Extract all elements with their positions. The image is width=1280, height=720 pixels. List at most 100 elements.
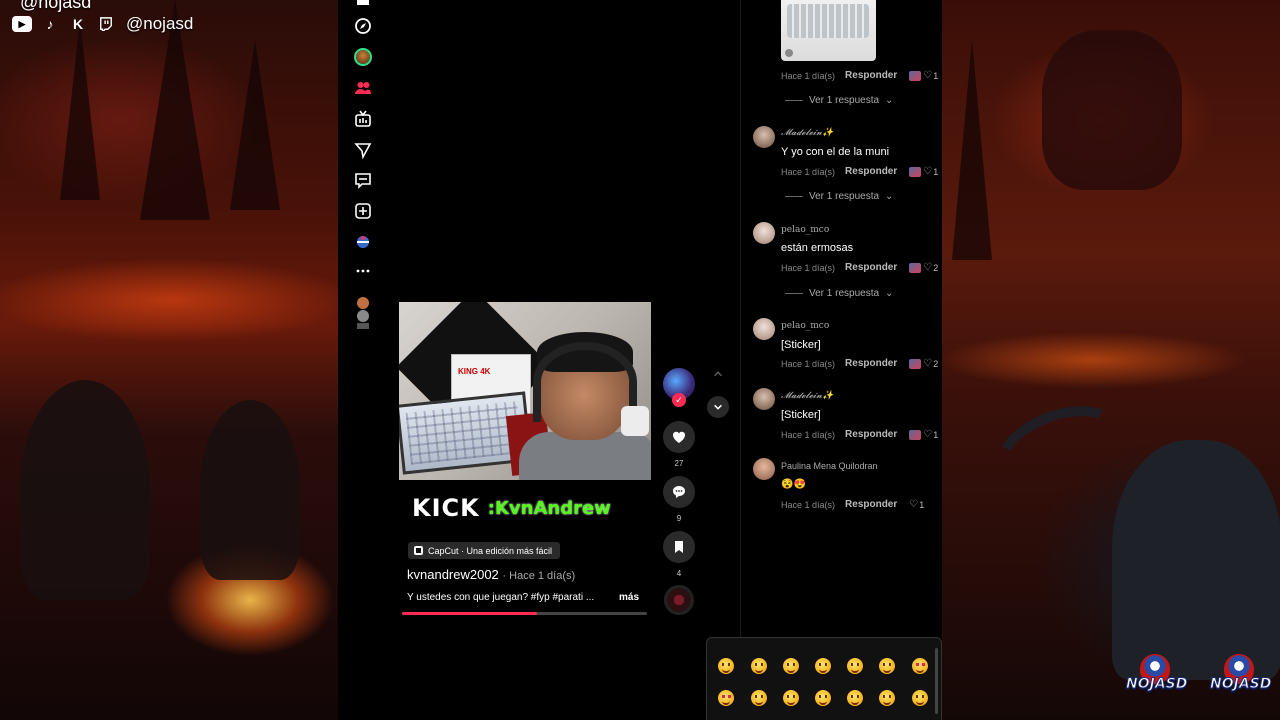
nav-rail (338, 0, 388, 720)
kick-logo: KICK (412, 494, 480, 522)
capcut-icon (414, 546, 423, 555)
divider (785, 196, 803, 197)
comment-like-count: 1 (933, 70, 939, 81)
friend-avatar (357, 323, 369, 329)
more-icon[interactable] (353, 261, 373, 281)
inbox-icon[interactable] (353, 170, 373, 190)
capcut-tag[interactable]: CapCut · Una edición más fácil (408, 542, 561, 559)
next-video-button[interactable] (707, 396, 729, 418)
comment-username[interactable]: 𝓜𝓪𝓭𝓮𝓵𝓮𝓲𝓷✨ (781, 391, 833, 401)
video-player[interactable]: KING 4K (399, 302, 651, 480)
comment-count: 9 (676, 514, 682, 523)
effects-icon[interactable] (353, 231, 373, 251)
social-handle-text: @nojasd (126, 14, 194, 33)
divider (785, 293, 803, 294)
emoji-kiss-closed[interactable] (783, 690, 799, 706)
kick-icon: K (72, 16, 84, 32)
like-comment-icon[interactable]: ♡ (923, 358, 932, 369)
messages-send-icon[interactable] (353, 140, 373, 160)
like-comment-icon[interactable]: ♡ (923, 262, 932, 273)
comment-username[interactable]: pelao_mco (781, 225, 829, 235)
following-icon[interactable] (353, 78, 373, 98)
comment-button[interactable] (663, 476, 695, 508)
comment-time: Hace 1 día(s) (781, 262, 836, 273)
save-button[interactable] (663, 531, 695, 563)
chevron-down-icon: ⌄ (885, 95, 894, 106)
product-box-label: KING 4K (458, 367, 491, 376)
emoji-scrollbar[interactable] (935, 648, 938, 714)
gif-icon (785, 49, 793, 57)
demon-silhouette (20, 380, 150, 600)
reply-button[interactable]: Responder (845, 358, 897, 369)
view-replies-button[interactable]: Ver 1 respuesta ⌄ (785, 288, 893, 299)
view-replies-button[interactable]: Ver 1 respuesta ⌄ (785, 95, 893, 106)
comment-gif-thumbnail[interactable] (781, 0, 876, 61)
comment-time: Hace 1 día(s) (781, 499, 836, 510)
emoji-heart-eyes[interactable] (912, 658, 928, 674)
chevron-up-icon (714, 371, 722, 377)
view-replies-button[interactable]: Ver 1 respuesta ⌄ (785, 191, 893, 202)
reply-button[interactable]: Responder (845, 499, 897, 510)
reply-button[interactable]: Responder (845, 262, 897, 273)
more-link[interactable]: más (619, 592, 639, 603)
chevron-down-icon: ⌄ (885, 191, 894, 202)
emoji-halo[interactable] (879, 658, 895, 674)
demon-silhouette (200, 400, 300, 580)
like-comment-icon[interactable]: ♡ (923, 166, 932, 177)
emoji-wink-tongue[interactable] (912, 690, 928, 706)
demon-silhouette (1042, 30, 1182, 190)
friends-avatars[interactable] (353, 293, 373, 333)
home-icon[interactable] (353, 0, 373, 10)
video-column: KING 4K KICK :KvnAndrew CapCut · Una edi… (388, 0, 740, 720)
follow-badge[interactable]: ✓ (672, 393, 686, 407)
emoji-kiss-heart[interactable] (718, 690, 734, 706)
comment-meta: Hace 1 día(s) Responder ♡ 1 (781, 429, 938, 440)
emoji-tongue[interactable] (879, 690, 895, 706)
comment-username[interactable]: 𝓜𝓪𝓭𝓮𝓵𝓮𝓲𝓷✨ (781, 128, 833, 138)
emoji-upside-down[interactable] (783, 658, 799, 674)
video-progress-bar[interactable] (402, 612, 647, 615)
emoji-grinning-squint[interactable] (718, 658, 734, 674)
youtube-icon: ▶ (12, 16, 32, 32)
emoji-blush[interactable] (847, 658, 863, 674)
comment-avatar[interactable] (753, 222, 775, 244)
like-comment-icon[interactable]: ♡ (923, 70, 932, 81)
comment-avatar[interactable] (753, 318, 775, 340)
like-button[interactable] (663, 421, 695, 453)
comment-text: están ermosas (781, 242, 854, 254)
comment-username[interactable]: Paulina Mena Quilodran (781, 461, 878, 471)
emoji-yum[interactable] (847, 690, 863, 706)
emoji-wink[interactable] (815, 658, 831, 674)
live-icon[interactable] (353, 109, 373, 129)
emoji-kiss-smile[interactable] (815, 690, 831, 706)
capcut-label: CapCut · Una edición más fácil (428, 545, 553, 556)
comment-time: Hace 1 día(s) (781, 429, 836, 440)
explore-icon[interactable] (353, 16, 373, 36)
video-description: Y ustedes con que juegan? #fyp #parati .… (407, 592, 595, 603)
emoji-kiss[interactable] (751, 690, 767, 706)
comment-username[interactable]: pelao_mco (781, 321, 829, 331)
upload-icon[interactable] (353, 201, 373, 221)
divider (785, 100, 803, 101)
author-name[interactable]: kvnandrew2002 (407, 567, 499, 582)
comment-avatar[interactable] (753, 388, 775, 410)
previous-video-button[interactable] (707, 363, 729, 385)
comment-avatar[interactable] (753, 458, 775, 480)
chevron-down-icon (714, 404, 722, 410)
reply-button[interactable]: Responder (845, 429, 897, 440)
emoji-smile[interactable] (751, 658, 767, 674)
like-comment-icon[interactable]: ♡ (909, 499, 918, 510)
like-comment-icon[interactable]: ♡ (923, 429, 932, 440)
screen: @nojasd ▶ ♪ K @nojasd KING 4K KICK:KvnA… (0, 0, 1280, 720)
profile-avatar[interactable] (353, 47, 373, 67)
comment-like-count: 2 (933, 262, 939, 273)
logo-text: NOJASD (1126, 676, 1188, 693)
creator-liked-icon (909, 70, 922, 81)
comment-meta: Hace 1 día(s) Responder ♡ 1 (781, 499, 924, 510)
reply-button[interactable]: Responder (845, 70, 897, 81)
sound-disc[interactable] (664, 585, 694, 615)
comment-meta: Hace 1 día(s) Responder ♡ 1 (781, 166, 938, 177)
comment-avatar[interactable] (753, 126, 775, 148)
comment-text: [Sticker] (781, 409, 821, 421)
reply-button[interactable]: Responder (845, 166, 897, 177)
